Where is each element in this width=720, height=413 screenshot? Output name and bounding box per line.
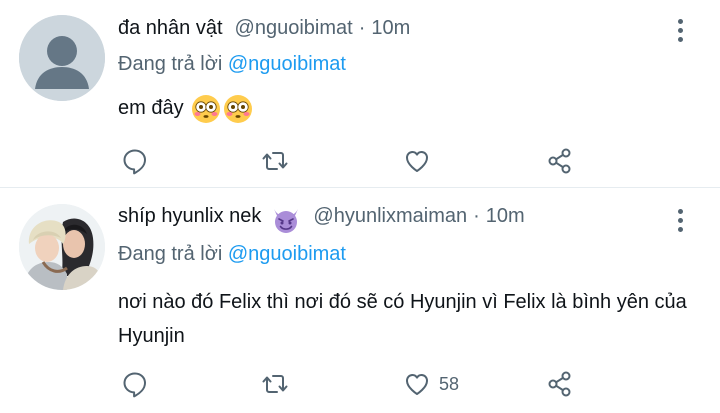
smiling-devil-emoji-icon — [274, 209, 299, 233]
heart-icon — [406, 151, 428, 172]
user-photo-icon — [19, 204, 105, 290]
share-icon — [548, 148, 571, 174]
reply-button[interactable] — [121, 368, 149, 400]
timestamp[interactable]: 10m — [486, 205, 525, 228]
tweet[interactable]: shíp hyunlix nek @hyunlixmaiman · 10m Đa… — [0, 188, 720, 413]
flushed-face-emoji-icon — [224, 94, 253, 123]
retweet-button[interactable] — [261, 368, 289, 400]
reply-icon — [123, 149, 146, 175]
separator-dot: · — [473, 205, 480, 227]
default-avatar-icon — [19, 15, 105, 101]
mention-link[interactable]: @nguoibimat — [228, 53, 346, 75]
like-button[interactable]: 58 — [403, 368, 459, 400]
display-name[interactable]: đa nhân vật — [118, 17, 223, 40]
tweet-header: shíp hyunlix nek @hyunlixmaiman · 10m — [118, 205, 525, 235]
user-handle[interactable]: @nguoibimat — [235, 17, 353, 40]
heart-icon — [406, 374, 428, 395]
flushed-face-emoji-icon — [192, 94, 221, 123]
timestamp[interactable]: 10m — [371, 17, 410, 40]
more-vertical-icon[interactable] — [674, 209, 686, 235]
replying-prefix: Đang trả lời — [118, 243, 223, 265]
retweet-icon — [262, 375, 288, 393]
reply-button[interactable] — [121, 145, 149, 177]
tweet-text: nơi nào đó Felix thì nơi đó sẽ có Hyunji… — [118, 291, 687, 347]
like-button[interactable] — [403, 145, 431, 177]
replying-to: Đang trả lời @nguoibimat — [118, 53, 346, 76]
tweet-actions: 58 — [118, 368, 588, 400]
mention-link[interactable]: @nguoibimat — [228, 243, 346, 265]
tweet-header: đa nhân vật @nguoibimat · 10m — [118, 17, 410, 47]
retweet-icon — [262, 152, 288, 170]
share-button[interactable] — [546, 368, 574, 400]
separator-dot: · — [358, 17, 366, 39]
more-vertical-icon[interactable] — [674, 19, 686, 45]
replying-prefix: Đang trả lời — [118, 53, 223, 75]
avatar[interactable] — [19, 204, 105, 290]
share-icon — [548, 371, 571, 397]
user-handle[interactable]: @hyunlixmaiman — [313, 205, 467, 228]
tweet-text: em đây — [118, 91, 698, 125]
share-button[interactable] — [546, 145, 574, 177]
display-name[interactable]: shíp hyunlix nek — [118, 205, 261, 228]
tweet[interactable]: đa nhân vật @nguoibimat · 10m Đang trả l… — [0, 0, 720, 187]
avatar[interactable] — [19, 15, 105, 101]
tweet-actions — [118, 145, 588, 177]
retweet-button[interactable] — [261, 145, 289, 177]
reply-icon — [123, 372, 146, 398]
tweet-text-content: em đây — [118, 97, 184, 119]
like-count: 58 — [439, 373, 460, 394]
replying-to: Đang trả lời @nguoibimat — [118, 243, 346, 266]
